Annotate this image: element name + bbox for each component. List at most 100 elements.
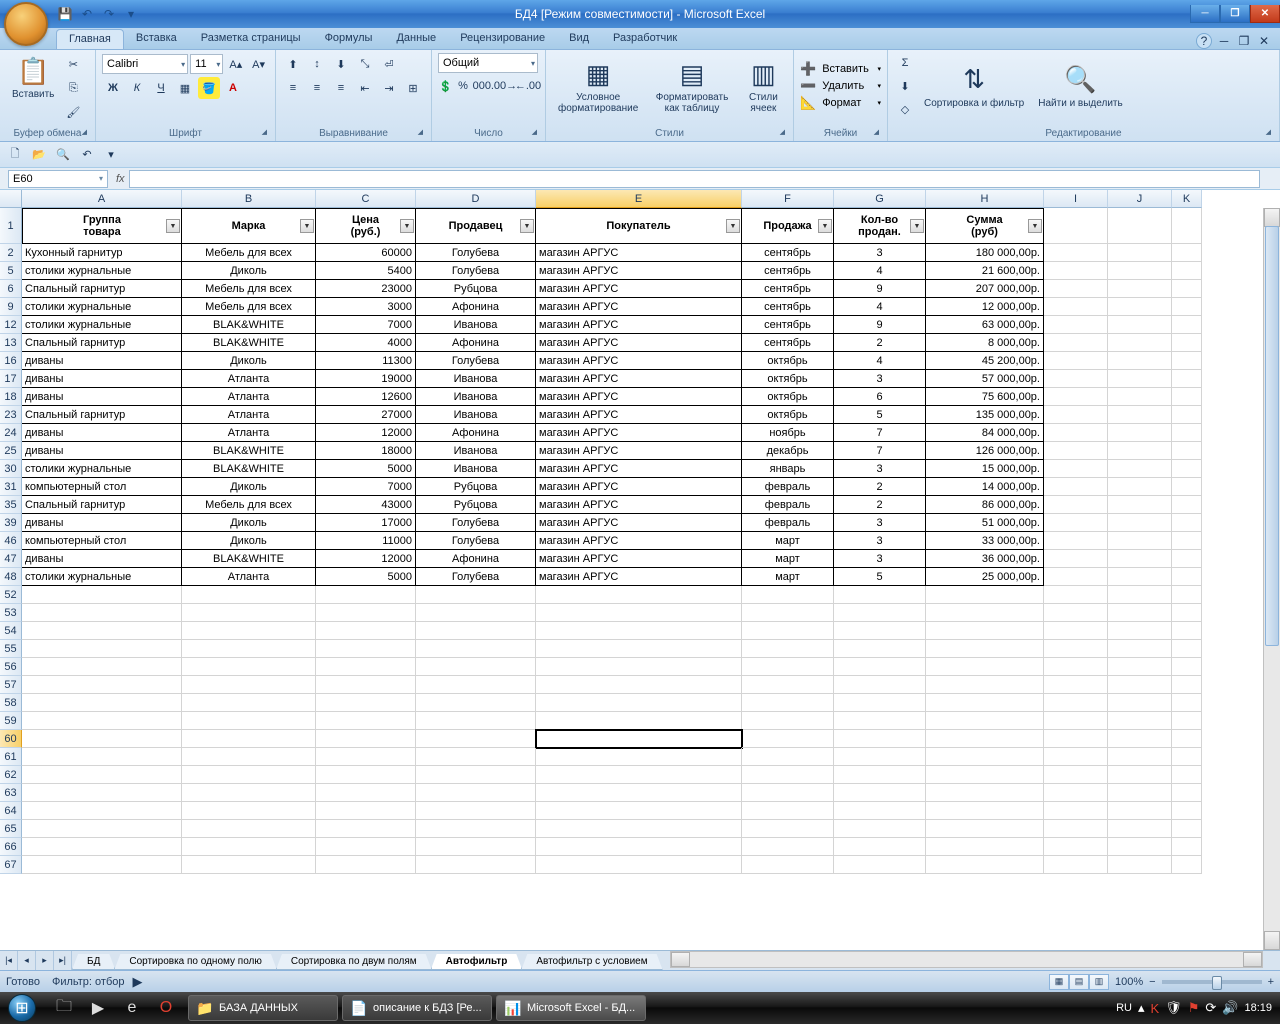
border-icon[interactable]: ▦ xyxy=(174,77,196,99)
sort-filter-button[interactable]: ⇅Сортировка и фильтр xyxy=(918,62,1030,111)
row-header[interactable]: 30 xyxy=(0,460,22,478)
column-header[interactable]: A xyxy=(22,190,182,208)
cell[interactable] xyxy=(926,640,1044,658)
cell[interactable]: Голубева xyxy=(416,532,536,550)
cell[interactable]: 57 000,00р. xyxy=(926,370,1044,388)
column-header[interactable]: E xyxy=(536,190,742,208)
cell[interactable] xyxy=(1044,478,1108,496)
cell[interactable]: 2 xyxy=(834,334,926,352)
office-button[interactable] xyxy=(4,2,48,46)
cell[interactable] xyxy=(742,766,834,784)
cell[interactable] xyxy=(1044,838,1108,856)
cell[interactable] xyxy=(926,622,1044,640)
ribbon-tab[interactable]: Разметка страницы xyxy=(189,29,313,49)
doc-restore-icon[interactable]: ❐ xyxy=(1236,33,1252,49)
cell[interactable]: 5 xyxy=(834,568,926,586)
header-cell[interactable] xyxy=(1044,208,1108,244)
cell[interactable] xyxy=(182,712,316,730)
cell[interactable]: 3 xyxy=(834,550,926,568)
cell[interactable] xyxy=(1108,730,1172,748)
cell[interactable] xyxy=(742,676,834,694)
cell[interactable] xyxy=(834,856,926,874)
cell[interactable]: магазин АРГУС xyxy=(536,352,742,370)
cell[interactable] xyxy=(1108,352,1172,370)
filter-button[interactable]: ▼ xyxy=(520,219,534,233)
pinned-explorer-icon[interactable]: 🗀 xyxy=(48,995,80,1021)
cell[interactable] xyxy=(1172,622,1202,640)
cell[interactable] xyxy=(416,712,536,730)
cell[interactable] xyxy=(1172,802,1202,820)
cell[interactable] xyxy=(1172,856,1202,874)
cell[interactable] xyxy=(1108,604,1172,622)
cell[interactable]: магазин АРГУС xyxy=(536,406,742,424)
cell[interactable] xyxy=(1044,730,1108,748)
sheet-nav-prev[interactable]: ◂ xyxy=(18,951,36,970)
cell[interactable]: Атланта xyxy=(182,388,316,406)
cell[interactable] xyxy=(742,640,834,658)
cell[interactable] xyxy=(536,658,742,676)
cell[interactable]: сентябрь xyxy=(742,316,834,334)
cell[interactable] xyxy=(316,658,416,676)
row-header[interactable]: 59 xyxy=(0,712,22,730)
cell[interactable] xyxy=(742,730,834,748)
cell[interactable] xyxy=(1044,784,1108,802)
cell[interactable]: компьютерный стол xyxy=(22,532,182,550)
cell[interactable] xyxy=(316,802,416,820)
cell[interactable] xyxy=(926,604,1044,622)
cell[interactable]: 7000 xyxy=(316,478,416,496)
cell[interactable] xyxy=(22,676,182,694)
cell[interactable]: диваны xyxy=(22,550,182,568)
cell[interactable] xyxy=(182,802,316,820)
cell[interactable] xyxy=(834,622,926,640)
clear-icon[interactable]: ◇ xyxy=(894,98,916,120)
cell[interactable] xyxy=(1108,550,1172,568)
sheet-nav-last[interactable]: ▸| xyxy=(54,951,72,970)
cell[interactable]: магазин АРГУС xyxy=(536,550,742,568)
cell[interactable] xyxy=(416,802,536,820)
cell[interactable] xyxy=(22,658,182,676)
cell[interactable]: Мебель для всех xyxy=(182,280,316,298)
cell[interactable]: 126 000,00р. xyxy=(926,442,1044,460)
cell[interactable] xyxy=(834,838,926,856)
cell[interactable] xyxy=(316,784,416,802)
cell[interactable] xyxy=(416,676,536,694)
tray-chevron-icon[interactable]: ▴ xyxy=(1138,1000,1145,1016)
cell[interactable] xyxy=(926,694,1044,712)
cell[interactable] xyxy=(1108,388,1172,406)
cell[interactable] xyxy=(1172,586,1202,604)
qat2-dropdown-icon[interactable]: ▾ xyxy=(100,144,122,166)
help-icon[interactable]: ? xyxy=(1196,33,1212,49)
cell[interactable]: октябрь xyxy=(742,352,834,370)
cell[interactable] xyxy=(1108,514,1172,532)
align-top-icon[interactable]: ⬆ xyxy=(282,53,304,75)
cell[interactable] xyxy=(1044,514,1108,532)
autosum-icon[interactable]: Σ xyxy=(894,52,916,74)
bold-icon[interactable]: Ж xyxy=(102,77,124,99)
cell[interactable] xyxy=(182,604,316,622)
view-normal-icon[interactable]: ▦ xyxy=(1049,974,1069,990)
cell[interactable]: Мебель для всех xyxy=(182,298,316,316)
cell[interactable] xyxy=(742,784,834,802)
cell[interactable]: 43000 xyxy=(316,496,416,514)
cell[interactable] xyxy=(182,658,316,676)
row-header[interactable]: 6 xyxy=(0,280,22,298)
cell[interactable] xyxy=(1044,280,1108,298)
cell[interactable] xyxy=(742,820,834,838)
cell[interactable] xyxy=(316,622,416,640)
cell[interactable] xyxy=(316,712,416,730)
paste-button[interactable]: 📋 Вставить xyxy=(6,53,60,102)
row-header[interactable]: 17 xyxy=(0,370,22,388)
cell[interactable] xyxy=(834,658,926,676)
cell[interactable]: магазин АРГУС xyxy=(536,478,742,496)
doc-close-icon[interactable]: ✕ xyxy=(1256,33,1272,49)
cell[interactable]: 135 000,00р. xyxy=(926,406,1044,424)
cell[interactable]: 75 600,00р. xyxy=(926,388,1044,406)
cell[interactable] xyxy=(22,640,182,658)
cell[interactable]: магазин АРГУС xyxy=(536,244,742,262)
select-all-corner[interactable] xyxy=(0,190,22,208)
cell[interactable] xyxy=(1044,424,1108,442)
decrease-indent-icon[interactable]: ⇤ xyxy=(354,77,376,99)
cell[interactable]: 18000 xyxy=(316,442,416,460)
align-left-icon[interactable]: ≡ xyxy=(282,77,304,99)
cell[interactable] xyxy=(22,838,182,856)
